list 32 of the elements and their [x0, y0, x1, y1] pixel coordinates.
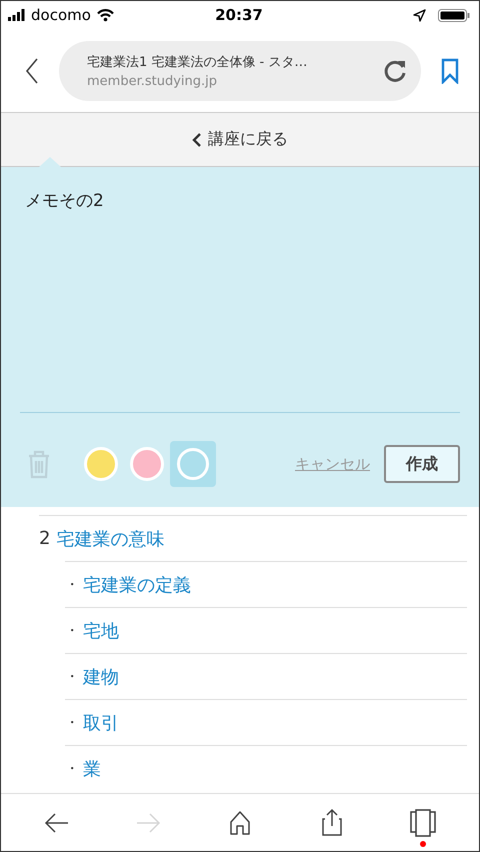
color-swatch[interactable] [170, 441, 216, 487]
clock-time: 20:37 [215, 6, 263, 24]
bullet-mark: ・ [65, 622, 79, 640]
location-arrow-icon [413, 8, 426, 22]
bullet-mark: ・ [65, 668, 79, 686]
bookmark-icon[interactable] [441, 58, 459, 84]
bullet-mark: ・ [65, 576, 79, 594]
section-number: 2 [39, 528, 50, 549]
signal-icon [8, 9, 25, 21]
section-link[interactable]: 宅建業の意味 [56, 526, 164, 550]
topic-link[interactable]: 業 [83, 756, 101, 780]
page-title: 宅建業法1 宅建業法の全体像 - スタ… [87, 54, 308, 70]
address-bar[interactable]: 宅建業法1 宅建業法の全体像 - スタ… member.studying.jp [59, 40, 421, 100]
topic-link[interactable]: 宅建業の定義 [83, 572, 191, 596]
memo-input[interactable]: メモその2 [20, 167, 460, 413]
tabs-icon[interactable] [410, 808, 436, 836]
carrier-name: docomo [31, 6, 91, 24]
back-link[interactable]: 講座に戻る [192, 129, 288, 150]
share-icon[interactable] [320, 808, 343, 837]
page-url: member.studying.jp [87, 74, 218, 88]
wifi-icon [96, 8, 114, 22]
home-icon[interactable] [228, 810, 251, 836]
bullet-mark: ・ [65, 714, 79, 732]
back-chevron-icon[interactable] [25, 56, 39, 84]
topic-link[interactable]: 取引 [83, 710, 119, 734]
bullet-mark: ・ [65, 760, 79, 778]
topic-link[interactable]: 建物 [83, 664, 119, 688]
topic-link[interactable]: 宅地 [83, 618, 119, 642]
battery-icon [438, 8, 470, 22]
cancel-link[interactable]: キャンセル [295, 454, 370, 474]
create-button[interactable]: 作成 [384, 445, 460, 483]
chevron-left-icon [192, 132, 202, 146]
